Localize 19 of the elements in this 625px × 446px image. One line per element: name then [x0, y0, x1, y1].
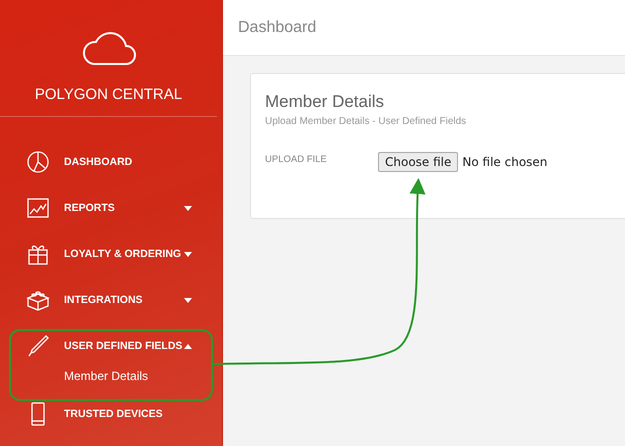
- page-title: Dashboard: [238, 18, 316, 36]
- nav-item[interactable]: REPORTS: [0, 185, 222, 231]
- field-label: UPLOAD FILE: [265, 154, 328, 165]
- nav-item[interactable]: TRUSTED DEVICES: [0, 391, 222, 437]
- brand-name: POLYGON CENTRAL: [34, 86, 182, 103]
- card-title: Member Details: [265, 92, 386, 112]
- nav-item[interactable]: DASHBOARD: [0, 139, 222, 185]
- caret-icon: [184, 298, 192, 302]
- caret-icon: [184, 206, 192, 210]
- file-status: No file chosen: [462, 155, 548, 169]
- line-chart-icon: [26, 196, 50, 220]
- nav-item[interactable]: INTEGRATIONS: [0, 277, 222, 323]
- pie-chart-icon: [26, 150, 50, 174]
- choose-file-button[interactable]: Choose file: [378, 152, 458, 172]
- caret-icon: [184, 344, 192, 348]
- caret-icon: [184, 252, 192, 256]
- card-subtitle: Upload Member Details - User Defined Fields: [265, 116, 468, 127]
- pen-icon: [26, 334, 50, 358]
- nav-item[interactable]: LOYALTY & ORDERING: [0, 231, 222, 277]
